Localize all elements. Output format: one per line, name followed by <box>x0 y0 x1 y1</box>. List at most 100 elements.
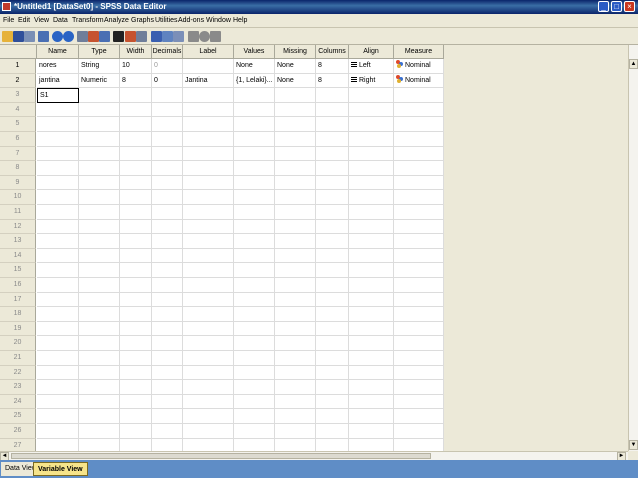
empty-cell[interactable] <box>152 190 183 205</box>
empty-cell[interactable] <box>79 424 120 439</box>
empty-cell[interactable] <box>275 219 316 235</box>
empty-cell[interactable] <box>275 292 316 308</box>
select-cases-icon[interactable] <box>162 31 173 42</box>
empty-cell[interactable] <box>234 351 275 366</box>
empty-cell[interactable] <box>316 409 349 424</box>
empty-cell[interactable] <box>394 380 444 395</box>
row-header[interactable]: 26 <box>0 424 36 439</box>
row-header[interactable]: 4 <box>0 102 36 118</box>
empty-cell[interactable] <box>37 102 79 118</box>
use-sets-icon[interactable] <box>188 31 199 42</box>
empty-cell[interactable] <box>234 117 275 132</box>
empty-cell[interactable] <box>349 161 394 176</box>
empty-cell[interactable] <box>349 117 394 132</box>
column-header-name[interactable]: Name <box>37 45 79 59</box>
empty-cell[interactable] <box>183 438 234 451</box>
menu-data[interactable]: Data <box>53 17 68 24</box>
menu-analyze[interactable]: Analyze <box>104 17 129 24</box>
row-header[interactable]: 5 <box>0 117 36 132</box>
empty-cell[interactable] <box>275 438 316 451</box>
empty-cell[interactable] <box>275 132 316 147</box>
empty-cell[interactable] <box>316 365 349 381</box>
empty-cell[interactable] <box>79 394 120 410</box>
empty-cell[interactable] <box>183 132 234 147</box>
empty-cell[interactable] <box>37 278 79 293</box>
empty-cell[interactable] <box>234 307 275 322</box>
cell-values[interactable]: None <box>234 59 275 74</box>
row-header[interactable]: 2 <box>0 73 36 89</box>
empty-cell[interactable] <box>394 102 444 118</box>
cell-measure[interactable] <box>394 88 444 103</box>
empty-cell[interactable] <box>234 424 275 439</box>
horizontal-scrollbar[interactable]: ◄ ► <box>0 451 628 461</box>
cell-width[interactable]: 10 <box>120 59 152 74</box>
empty-cell[interactable] <box>120 132 152 147</box>
insert-variable-icon[interactable] <box>125 31 136 42</box>
empty-cell[interactable] <box>37 292 79 308</box>
empty-cell[interactable] <box>183 307 234 322</box>
empty-cell[interactable] <box>275 394 316 410</box>
empty-cell[interactable] <box>37 117 79 132</box>
empty-cell[interactable] <box>79 132 120 147</box>
empty-cell[interactable] <box>316 205 349 220</box>
empty-cell[interactable] <box>349 365 394 381</box>
empty-cell[interactable] <box>37 263 79 278</box>
empty-cell[interactable] <box>120 424 152 439</box>
insert-cases-icon[interactable] <box>113 31 124 42</box>
empty-cell[interactable] <box>152 219 183 235</box>
empty-cell[interactable] <box>234 263 275 278</box>
empty-cell[interactable] <box>234 438 275 451</box>
cell-missing[interactable]: None <box>275 59 316 74</box>
column-header-width[interactable]: Width <box>120 45 152 59</box>
empty-cell[interactable] <box>394 263 444 278</box>
empty-cell[interactable] <box>316 219 349 235</box>
cell-name-editing[interactable]: S1 <box>37 88 79 103</box>
maximize-button[interactable]: □ <box>611 1 622 12</box>
empty-cell[interactable] <box>275 117 316 132</box>
empty-cell[interactable] <box>183 219 234 235</box>
value-labels-icon[interactable] <box>173 31 184 42</box>
empty-cell[interactable] <box>234 205 275 220</box>
empty-cell[interactable] <box>37 424 79 439</box>
weight-cases-icon[interactable] <box>151 31 162 42</box>
tab-variable-view[interactable]: Variable View <box>33 462 88 476</box>
row-header[interactable]: 21 <box>0 351 36 366</box>
empty-cell[interactable] <box>120 409 152 424</box>
column-header-label[interactable]: Label <box>183 45 234 59</box>
cell-align[interactable]: Right <box>349 73 394 89</box>
cell-type[interactable]: String <box>79 59 120 74</box>
empty-cell[interactable] <box>79 117 120 132</box>
scroll-up-arrow-icon[interactable]: ▲ <box>629 59 638 69</box>
cell-align[interactable] <box>349 88 394 103</box>
row-header[interactable]: 19 <box>0 321 36 337</box>
empty-cell[interactable] <box>79 161 120 176</box>
empty-cell[interactable] <box>275 248 316 264</box>
row-header[interactable]: 14 <box>0 248 36 264</box>
empty-cell[interactable] <box>152 321 183 337</box>
find-icon[interactable] <box>99 31 110 42</box>
empty-cell[interactable] <box>234 132 275 147</box>
empty-cell[interactable] <box>152 292 183 308</box>
empty-cell[interactable] <box>79 248 120 264</box>
empty-cell[interactable] <box>152 146 183 162</box>
empty-cell[interactable] <box>183 278 234 293</box>
empty-cell[interactable] <box>37 380 79 395</box>
empty-cell[interactable] <box>79 438 120 451</box>
empty-cell[interactable] <box>183 263 234 278</box>
empty-cell[interactable] <box>316 248 349 264</box>
cell-width[interactable]: 8 <box>120 73 152 89</box>
empty-cell[interactable] <box>79 190 120 205</box>
empty-cell[interactable] <box>37 307 79 322</box>
empty-cell[interactable] <box>120 321 152 337</box>
empty-cell[interactable] <box>349 292 394 308</box>
empty-cell[interactable] <box>349 394 394 410</box>
cell-align[interactable]: Left <box>349 59 394 74</box>
empty-cell[interactable] <box>234 161 275 176</box>
empty-cell[interactable] <box>349 263 394 278</box>
redo-icon[interactable] <box>63 31 74 42</box>
empty-cell[interactable] <box>234 380 275 395</box>
cell-type[interactable]: Numeric <box>79 73 120 89</box>
goto-case-icon[interactable] <box>77 31 88 42</box>
row-header[interactable]: 10 <box>0 190 36 205</box>
row-header[interactable]: 9 <box>0 175 36 191</box>
